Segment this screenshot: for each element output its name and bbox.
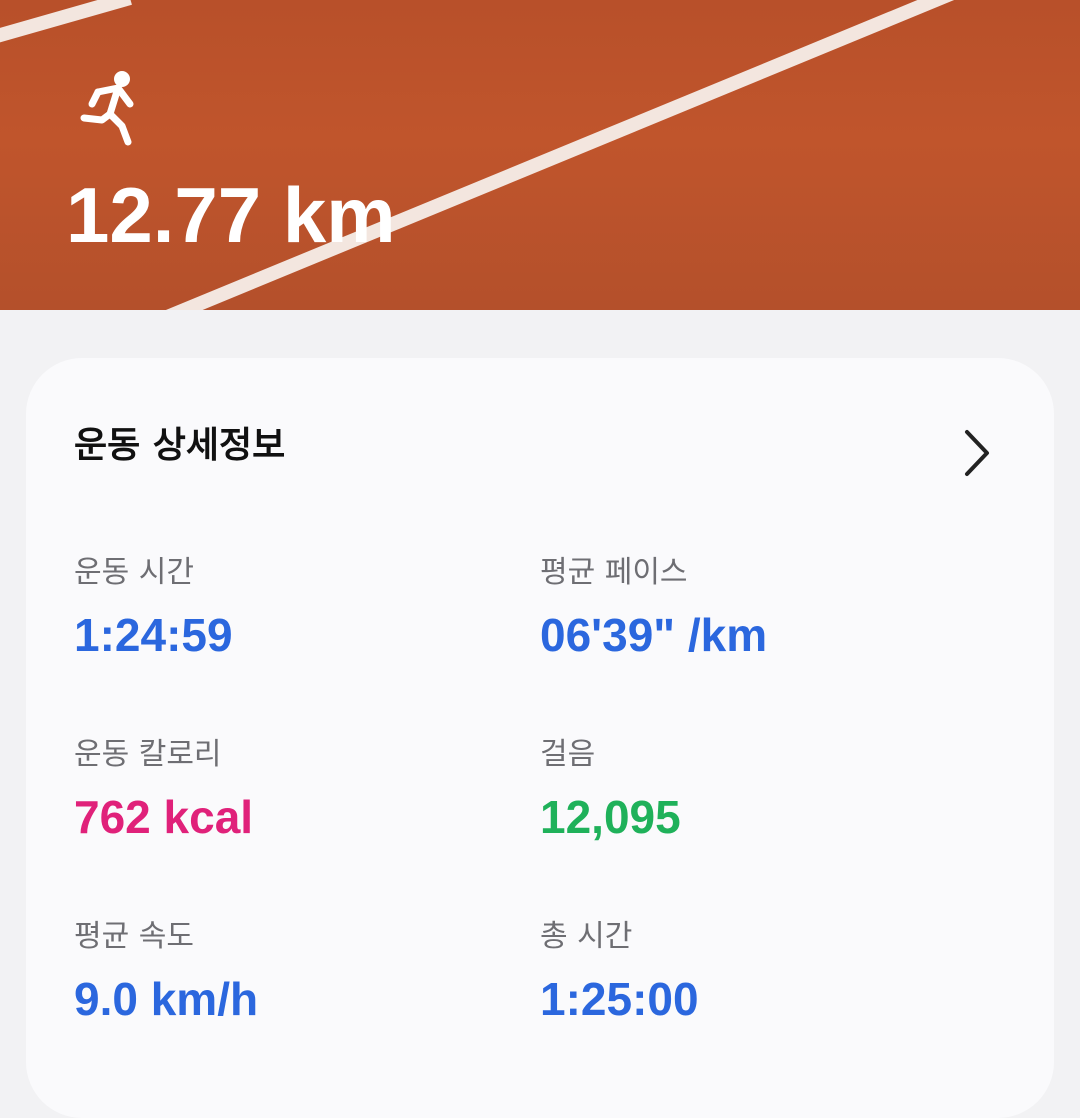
distance-value: 12.77 km bbox=[66, 171, 396, 259]
stat-total-time: 총 시간 1:25:00 bbox=[540, 919, 699, 1025]
stat-label: 걸음 bbox=[540, 737, 596, 772]
running-person-icon bbox=[80, 71, 134, 146]
hero-banner: 12.77 km bbox=[0, 0, 1080, 310]
stat-value: 12,095 bbox=[540, 791, 681, 843]
stat-value: 06'39" /km bbox=[540, 609, 768, 661]
chevron-right-icon[interactable] bbox=[962, 428, 992, 478]
stat-calories: 운동 칼로리 762 kcal bbox=[74, 737, 254, 843]
stat-label: 총 시간 bbox=[540, 919, 633, 954]
stat-value: 1:24:59 bbox=[74, 609, 233, 661]
workout-details-card[interactable]: 운동 상세정보 운동 시간 1:24:59 평균 페이스 06'39" /km … bbox=[26, 358, 1054, 1118]
stat-label: 평균 페이스 bbox=[540, 555, 688, 590]
stat-label: 운동 칼로리 bbox=[74, 737, 222, 772]
stat-avg-pace: 평균 페이스 06'39" /km bbox=[540, 555, 768, 661]
stat-label: 평균 속도 bbox=[74, 919, 194, 954]
stat-value: 762 kcal bbox=[74, 791, 254, 843]
stat-value: 9.0 km/h bbox=[74, 973, 259, 1025]
stat-label: 운동 시간 bbox=[74, 555, 194, 590]
stat-avg-speed: 평균 속도 9.0 km/h bbox=[74, 919, 259, 1025]
card-title: 운동 상세정보 bbox=[74, 425, 286, 466]
stat-duration: 운동 시간 1:24:59 bbox=[74, 555, 233, 661]
track-lines-background bbox=[0, 0, 955, 310]
stat-value: 1:25:00 bbox=[540, 973, 699, 1025]
stat-steps: 걸음 12,095 bbox=[540, 737, 681, 843]
